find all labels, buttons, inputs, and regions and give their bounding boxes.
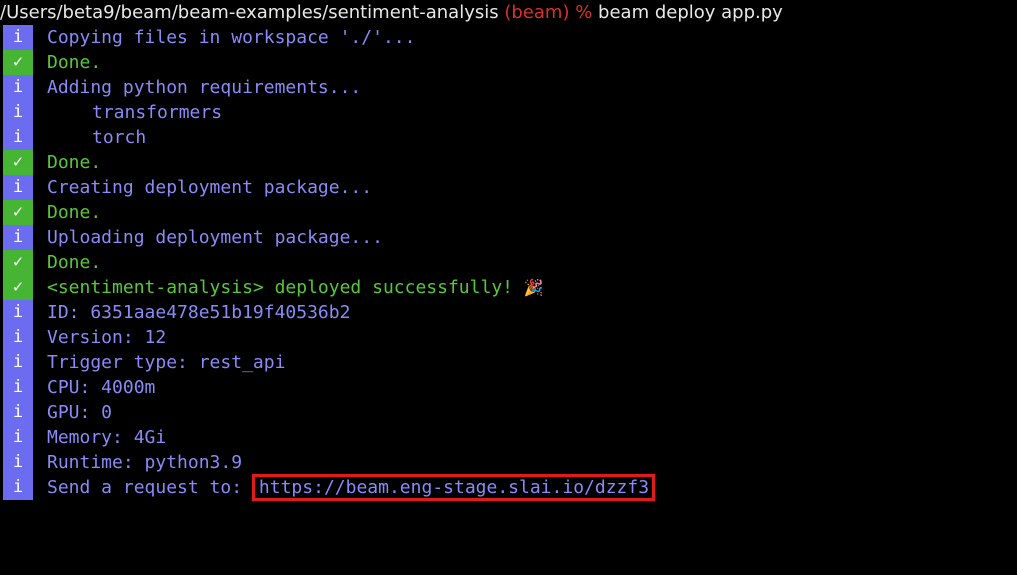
deployment-id: ID: 6351aae478e51b19f40536b2 [47,302,351,323]
terminal-window: /Users/beta9/beam/beam-examples/sentimen… [0,0,1017,501]
success-text: <sentiment-analysis> deployed successful… [47,277,513,298]
endpoint-url-link[interactable]: https://beam.eng-stage.slai.io/dzzf3 [251,474,656,501]
log-line: ✓ Done. [0,150,1017,175]
log-line: i transformers [0,100,1017,125]
log-message: Done. [47,52,102,73]
log-line: i torch [0,125,1017,150]
runtime-spec: Runtime: python3.9 [47,452,243,473]
party-popper-icon: 🎉 [523,278,544,297]
log-message: Done. [47,252,102,273]
log-message: Creating deployment package... [47,177,373,198]
log-line: ✓ Done. [0,200,1017,225]
log-message: Adding python requirements... [47,77,362,98]
log-message: Done. [47,152,102,173]
log-message: Uploading deployment package... [47,227,383,248]
info-icon: i [3,375,33,400]
log-line: i Send a request to: https://beam.eng-st… [0,474,1017,501]
checkmark-icon: ✓ [3,275,33,300]
info-icon: i [3,175,33,200]
info-icon: i [3,225,33,250]
log-line: i Version: 12 [0,325,1017,350]
requirement-item: torch [92,127,147,148]
log-line: i Trigger type: rest_api [0,350,1017,375]
log-message: Done. [47,202,102,223]
log-line: i CPU: 4000m [0,375,1017,400]
log-line: ✓ <sentiment-analysis> deployed successf… [0,275,1017,300]
prompt-symbol: % [575,2,593,23]
info-icon: i [3,450,33,475]
info-icon: i [3,100,33,125]
info-icon: i [3,400,33,425]
log-line: i Memory: 4Gi [0,425,1017,450]
checkmark-icon: ✓ [3,250,33,275]
log-line: i Uploading deployment package... [0,225,1017,250]
trigger-type: Trigger type: rest_api [47,352,286,373]
log-line: i Adding python requirements... [0,75,1017,100]
checkmark-icon: ✓ [3,50,33,75]
prompt-path: /Users/beta9/beam/beam-examples/sentimen… [0,2,499,23]
log-line: ✓ Done. [0,50,1017,75]
memory-spec: Memory: 4Gi [47,427,167,448]
log-line: i ID: 6351aae478e51b19f40536b2 [0,300,1017,325]
checkmark-icon: ✓ [3,150,33,175]
log-line: i GPU: 0 [0,400,1017,425]
log-line: i Copying files in workspace './'... [0,25,1017,50]
prompt-command: beam deploy app.py [598,2,783,23]
info-icon: i [3,350,33,375]
info-icon: i [3,125,33,150]
request-label: Send a request to: [47,477,243,498]
deployment-version: Version: 12 [47,327,167,348]
requirement-item: transformers [92,102,223,123]
deploy-success-message: <sentiment-analysis> deployed successful… [47,275,544,300]
log-line: ✓ Done. [0,250,1017,275]
info-icon: i [3,300,33,325]
request-endpoint-line: Send a request to: https://beam.eng-stag… [47,474,656,501]
shell-prompt-line: /Users/beta9/beam/beam-examples/sentimen… [0,0,783,25]
info-icon: i [3,25,33,50]
info-icon: i [3,475,33,500]
log-line: i Runtime: python3.9 [0,450,1017,475]
gpu-spec: GPU: 0 [47,402,113,423]
log-line: i Creating deployment package... [0,175,1017,200]
info-icon: i [3,75,33,100]
checkmark-icon: ✓ [3,200,33,225]
info-icon: i [3,325,33,350]
prompt-env: (beam) [504,2,570,23]
log-message: Copying files in workspace './'... [47,27,416,48]
info-icon: i [3,425,33,450]
cpu-spec: CPU: 4000m [47,377,156,398]
